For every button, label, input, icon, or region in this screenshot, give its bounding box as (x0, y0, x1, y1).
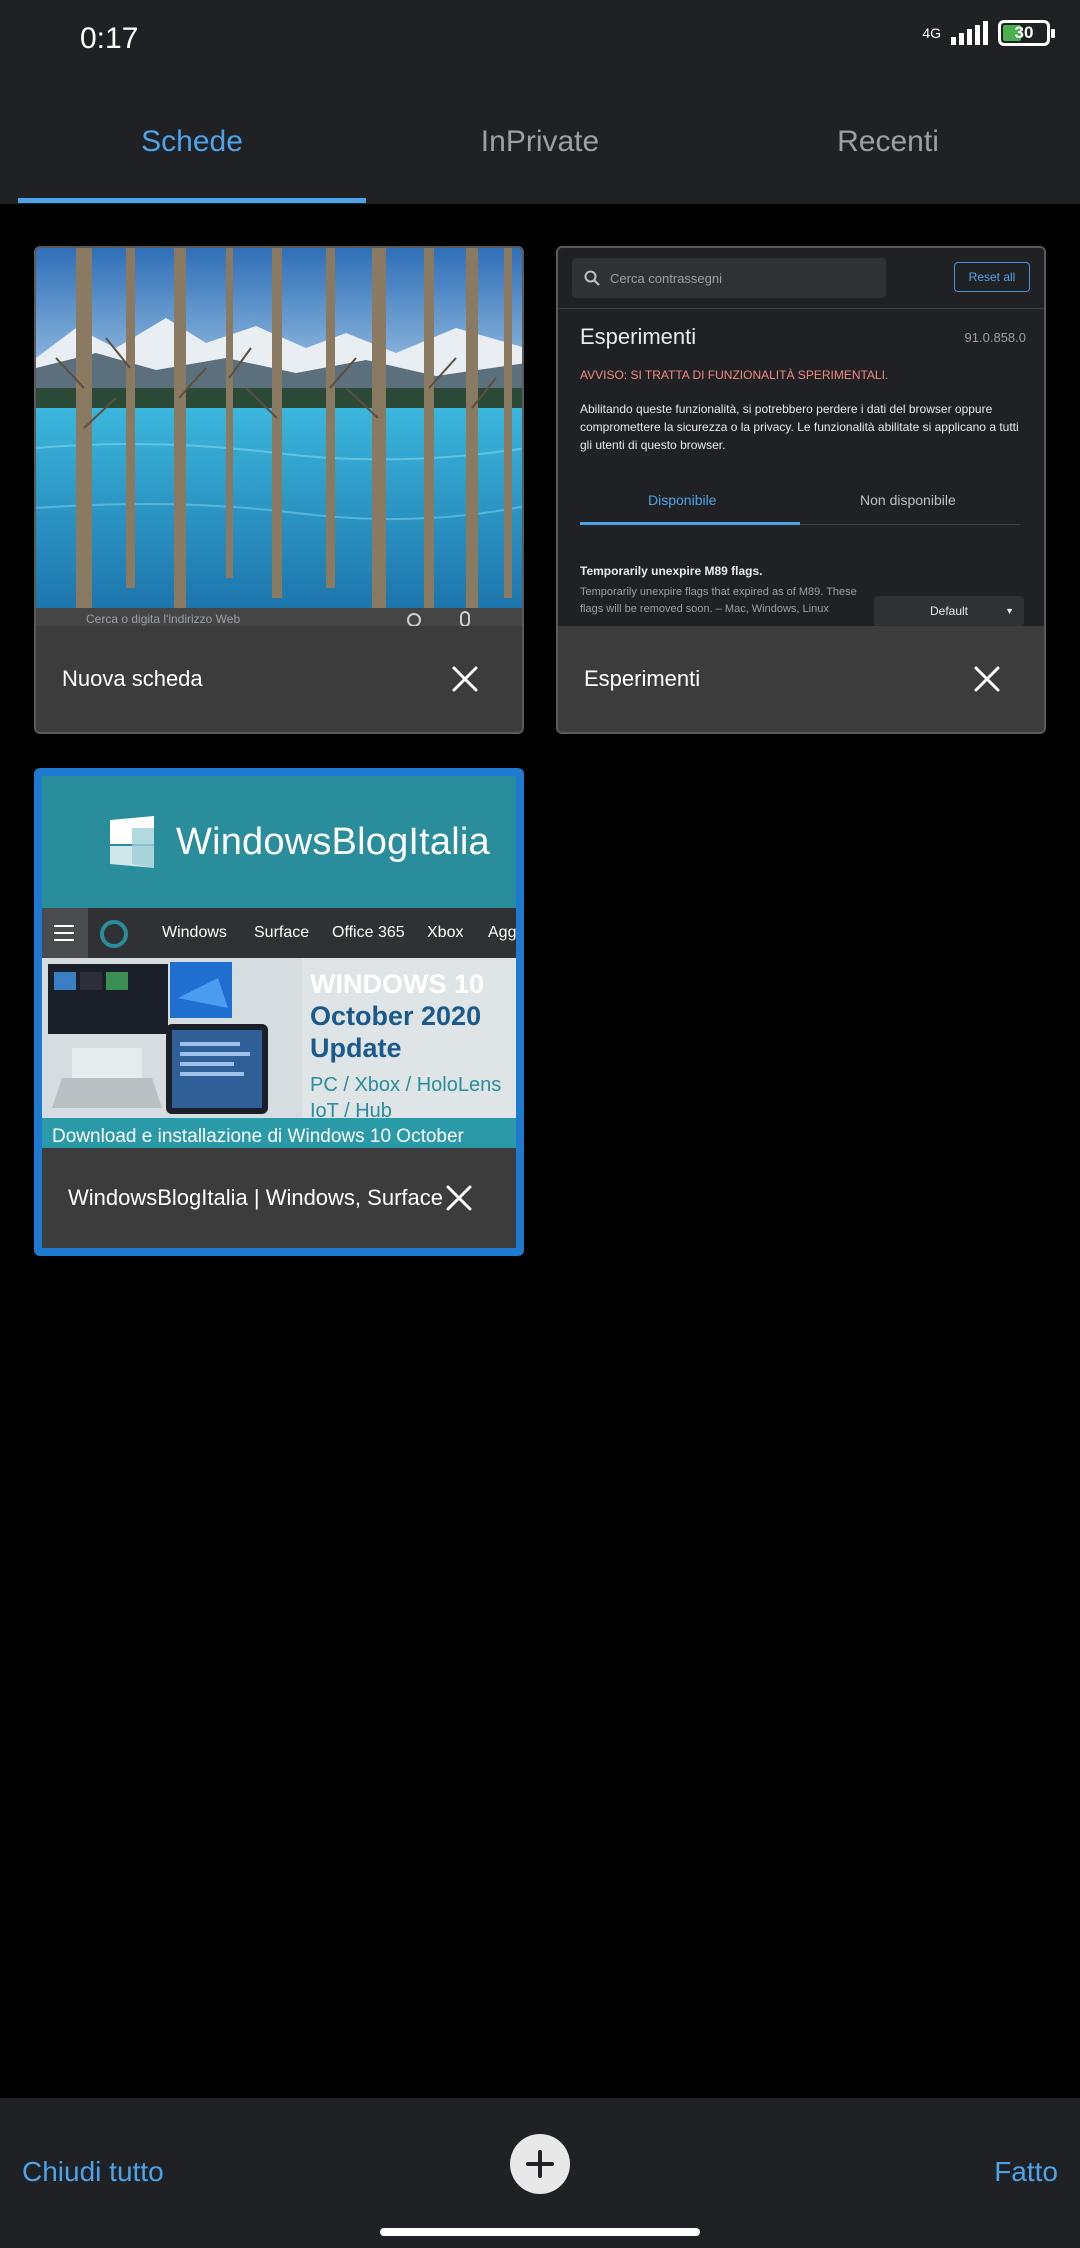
tab-card-new-tab[interactable]: Cerca o digita l'indirizzo Web Nuova sch… (34, 246, 524, 734)
flag-title: Temporarily unexpire M89 flags. (580, 564, 763, 578)
hero-subtitle-line: PC / Xbox / HoloLens (310, 1074, 502, 1096)
windowsblogitalia-logo-icon (110, 816, 154, 868)
tab-recenti[interactable]: Recenti (714, 80, 1062, 204)
search-icon (584, 270, 600, 286)
close-all-button[interactable]: Chiudi tutto (22, 2156, 164, 2188)
status-bar: 0:17 4G 30 (0, 0, 1080, 80)
experiments-tab-available: Disponibile (648, 492, 717, 508)
new-tab-search-placeholder: Cerca o digita l'indirizzo Web (86, 612, 240, 626)
site-header: WindowsBlogItalia (42, 776, 516, 908)
site-nav-item: Windows (162, 924, 227, 941)
flag-select: Default ▼ (874, 596, 1024, 626)
new-tab-button[interactable] (510, 2134, 570, 2194)
tab-schede[interactable]: Schede (18, 80, 366, 204)
tab-card-experiments[interactable]: Cerca contrassegni Reset all Esperimenti… (556, 246, 1046, 734)
close-tab-icon[interactable] (972, 664, 1002, 694)
tab-card-footer: WindowsBlogItalia | Windows, Surface (42, 1148, 516, 1248)
experiments-tab-indicator (580, 522, 800, 525)
site-nav-item: Xbox (427, 924, 464, 941)
article-hero-subtitle: PC / Xbox / HoloLens IoT / Hub (310, 1072, 501, 1124)
flags-search-box: Cerca contrassegni (572, 258, 886, 298)
lake-landscape-image: Cerca o digita l'indirizzo Web (36, 248, 522, 628)
status-icons: 4G 30 (922, 20, 1055, 46)
tab-card-footer: Esperimenti (558, 626, 1044, 732)
done-button[interactable]: Fatto (994, 2156, 1058, 2188)
plus-icon (526, 2150, 554, 2178)
hero-title-line: Update (310, 1033, 402, 1063)
dropdown-arrow-icon: ▼ (1005, 606, 1014, 616)
site-nav-item: Office 365 (332, 924, 405, 941)
tab-inprivate[interactable]: InPrivate (366, 80, 714, 204)
battery-level: 30 (1014, 23, 1034, 42)
flag-description: Temporarily unexpire flags that expired … (580, 586, 857, 615)
hero-title-line: WINDOWS 10 (310, 969, 485, 999)
flags-search-placeholder: Cerca contrassegni (610, 270, 722, 286)
bottom-toolbar: Chiudi tutto Fatto (0, 2098, 1080, 2248)
site-nav-item: Surface (254, 924, 310, 941)
status-time: 0:17 (80, 22, 139, 55)
flag-select-value: Default (929, 604, 969, 618)
cortana-circle-icon (100, 920, 128, 948)
tab-switcher-header: Schede InPrivate Recenti (0, 80, 1080, 204)
experiments-description: Abilitando queste funzionalità, si potre… (580, 402, 1019, 452)
home-indicator[interactable] (380, 2228, 700, 2236)
experiments-heading: Esperimenti (580, 324, 697, 349)
browser-version: 91.0.858.0 (964, 330, 1026, 345)
close-tab-icon[interactable] (444, 1183, 474, 1213)
active-tab-indicator (18, 198, 366, 203)
experiments-tab-unavailable: Non disponibile (860, 492, 956, 508)
reset-all-button: Reset all (954, 262, 1030, 292)
hamburger-menu-icon (42, 908, 88, 958)
signal-icon (951, 21, 988, 45)
article-hero: WINDOWS 10 October 2020 Update PC / Xbox… (42, 958, 516, 1156)
hero-title-line: October 2020 (310, 1001, 482, 1031)
tab-thumbnail: Cerca o digita l'indirizzo Web (36, 248, 522, 628)
tab-card-windowsblogitalia[interactable]: WindowsBlogItalia Windows Surface Office… (34, 768, 524, 1256)
site-nav-item: Agg (488, 924, 516, 941)
tab-thumbnail: WindowsBlogItalia Windows Surface Office… (42, 776, 516, 1156)
site-nav: Windows Surface Office 365 Xbox Agg (42, 908, 516, 958)
close-tab-icon[interactable] (450, 664, 480, 694)
tab-thumbnail: Cerca contrassegni Reset all Esperimenti… (558, 248, 1044, 628)
battery-icon: 30 (998, 20, 1055, 46)
tab-title: WindowsBlogItalia | Windows, Surface (68, 1185, 443, 1210)
site-name: WindowsBlogItalia (176, 820, 490, 863)
experiments-warning: AVVISO: SI TRATTA DI FUNZIONALITÀ SPERIM… (580, 368, 889, 382)
tab-card-footer: Nuova scheda (36, 626, 522, 732)
tab-title: Nuova scheda (62, 666, 203, 691)
divider (558, 308, 1044, 309)
tab-title: Esperimenti (584, 666, 701, 691)
network-type: 4G (922, 25, 941, 41)
article-hero-title: WINDOWS 10 October 2020 Update (310, 968, 484, 1064)
devices-illustration (42, 958, 302, 1118)
